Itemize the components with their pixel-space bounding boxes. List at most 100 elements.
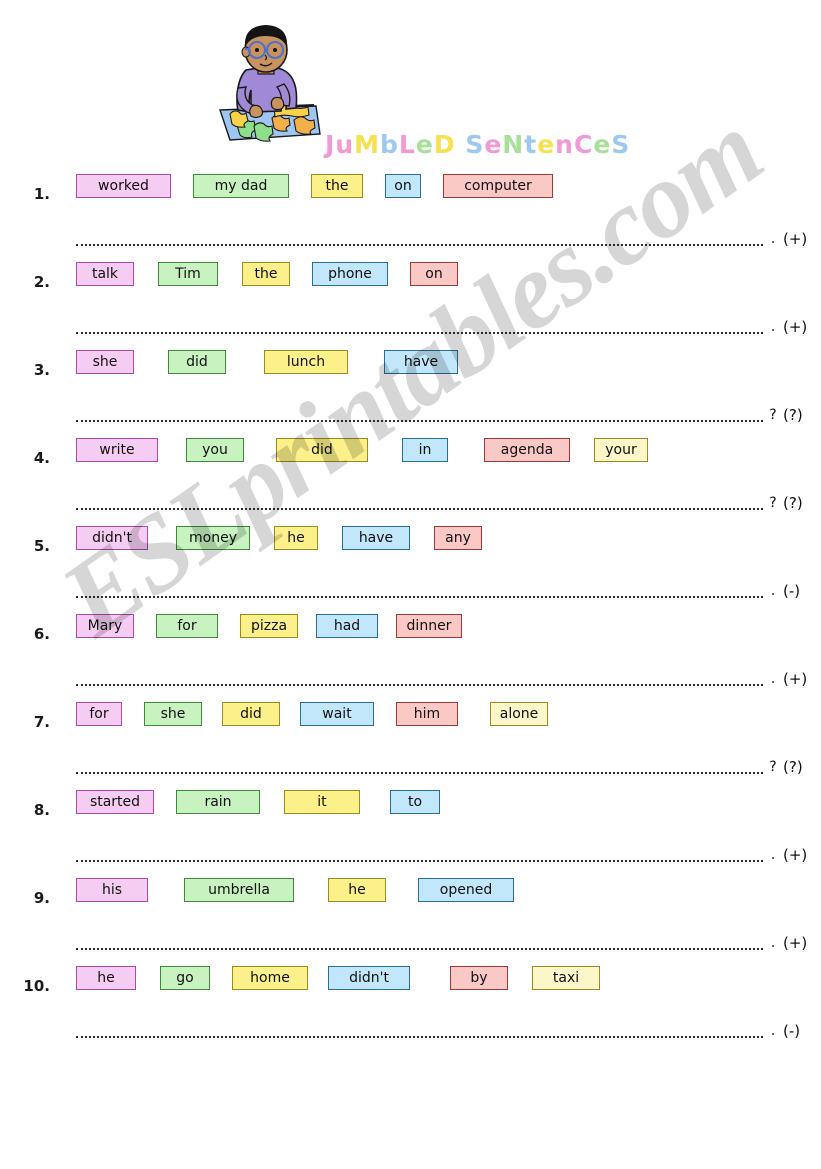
word-tile-group: write you did in agenda your [76,438,691,462]
dotted-writing-line[interactable] [76,1022,763,1038]
word-tile[interactable]: lunch [264,350,348,374]
end-punctuation: . [770,847,776,863]
page-title: JuMbLeD SeNtenCeS [325,130,630,164]
word-tile[interactable]: my dad [193,174,289,198]
word-tile[interactable]: he [274,526,318,550]
word-tile-group: didn't money he have any [76,526,691,550]
word-tile[interactable]: umbrella [184,878,294,902]
word-tile[interactable]: opened [418,878,514,902]
word-tile[interactable]: pizza [240,614,298,638]
answer-line[interactable]: ? (?) [76,754,821,775]
dotted-writing-line[interactable] [76,494,763,510]
word-tile-group: started rain it to [76,790,691,814]
sentence-type-marker: (+) [783,846,808,864]
word-tile[interactable]: money [176,526,250,550]
word-tile[interactable]: in [402,438,448,462]
word-tile[interactable]: the [311,174,363,198]
exercise-row: 1. worked my dad the on computer. (+) [0,160,821,248]
exercise-row: 8. started rain it to. (+) [0,776,821,864]
dotted-writing-line[interactable] [76,406,763,422]
word-tile[interactable]: write [76,438,158,462]
word-tile[interactable]: Tim [158,262,218,286]
dotted-writing-line[interactable] [76,318,763,334]
sentence-type-marker: (+) [783,934,808,952]
exercise-number: 6. [33,625,50,643]
word-tile[interactable]: Mary [76,614,134,638]
word-tile[interactable]: have [384,350,458,374]
word-tile[interactable]: rain [176,790,260,814]
word-tile[interactable]: on [410,262,458,286]
word-tile[interactable]: did [222,702,280,726]
answer-line[interactable]: . (-) [76,1018,821,1040]
word-tile[interactable]: his [76,878,148,902]
word-tile[interactable]: she [76,350,134,374]
word-tile[interactable]: it [284,790,360,814]
word-tile[interactable]: talk [76,262,134,286]
word-tile[interactable]: have [342,526,410,550]
word-tile[interactable]: started [76,790,154,814]
sentence-type-marker: (?) [783,406,803,424]
word-tile[interactable]: worked [76,174,171,198]
word-tile[interactable]: taxi [532,966,600,990]
answer-line[interactable]: . (+) [76,314,821,335]
word-tile[interactable]: him [396,702,458,726]
sentence-type-marker: (?) [783,494,803,512]
word-tile[interactable]: on [385,174,421,198]
word-tile[interactable]: he [76,966,136,990]
exercise-number: 4. [33,449,50,467]
answer-line[interactable]: . (+) [76,226,821,247]
answer-line[interactable]: . (-) [76,578,821,600]
word-tile[interactable]: for [156,614,218,638]
title-letter [456,130,466,159]
exercise-list: 1. worked my dad the on computer. (+) 2. talk Tim… [0,160,821,1040]
sentence-type-marker: (-) [783,582,801,600]
answer-line[interactable]: ? (?) [76,490,821,512]
end-punctuation: . [770,319,776,335]
dotted-writing-line[interactable] [76,846,763,862]
answer-line[interactable]: . (+) [76,666,821,688]
word-tile[interactable]: your [594,438,648,462]
word-tile[interactable]: didn't [76,526,148,550]
word-tile[interactable]: he [328,878,386,902]
title-letter: e [484,130,503,159]
word-tile[interactable]: had [316,614,378,638]
dotted-writing-line[interactable] [76,582,763,598]
word-tile[interactable]: by [450,966,508,990]
exercise-row: 3. she did lunch have ? (?) [0,336,821,424]
word-tile[interactable]: dinner [396,614,462,638]
exercise-number: 8. [33,801,50,819]
word-tile-group: he go home didn't by taxi [76,966,691,990]
title-letter: N [502,130,525,159]
word-tile[interactable]: the [242,262,290,286]
word-tile[interactable]: did [276,438,368,462]
word-tile[interactable]: wait [300,702,374,726]
title-letter: J [325,130,336,159]
word-tile[interactable]: alone [490,702,548,726]
sentence-type-marker: (+) [783,670,808,688]
answer-line[interactable]: ? (?) [76,402,821,424]
answer-line[interactable]: . (+) [76,930,821,952]
dotted-writing-line[interactable] [76,670,763,686]
sentence-type-marker: (-) [783,1022,801,1040]
word-tile[interactable]: go [160,966,210,990]
word-tile[interactable]: computer [443,174,553,198]
word-tile[interactable]: to [390,790,440,814]
dotted-writing-line[interactable] [76,758,763,774]
word-tile[interactable]: home [232,966,308,990]
dotted-writing-line[interactable] [76,934,763,950]
exercise-number: 3. [33,361,50,379]
title-letter: e [593,130,612,159]
word-tile[interactable]: she [144,702,202,726]
word-tile[interactable]: for [76,702,122,726]
title-letter: e [415,130,434,159]
word-tile-group: Mary for pizza had dinner [76,614,691,638]
word-tile[interactable]: didn't [328,966,410,990]
word-tile[interactable]: did [168,350,226,374]
exercise-number: 7. [33,713,50,731]
word-tile[interactable]: any [434,526,482,550]
word-tile[interactable]: you [186,438,244,462]
dotted-writing-line[interactable] [76,230,763,246]
word-tile[interactable]: phone [312,262,388,286]
answer-line[interactable]: . (+) [76,842,821,864]
word-tile[interactable]: agenda [484,438,570,462]
